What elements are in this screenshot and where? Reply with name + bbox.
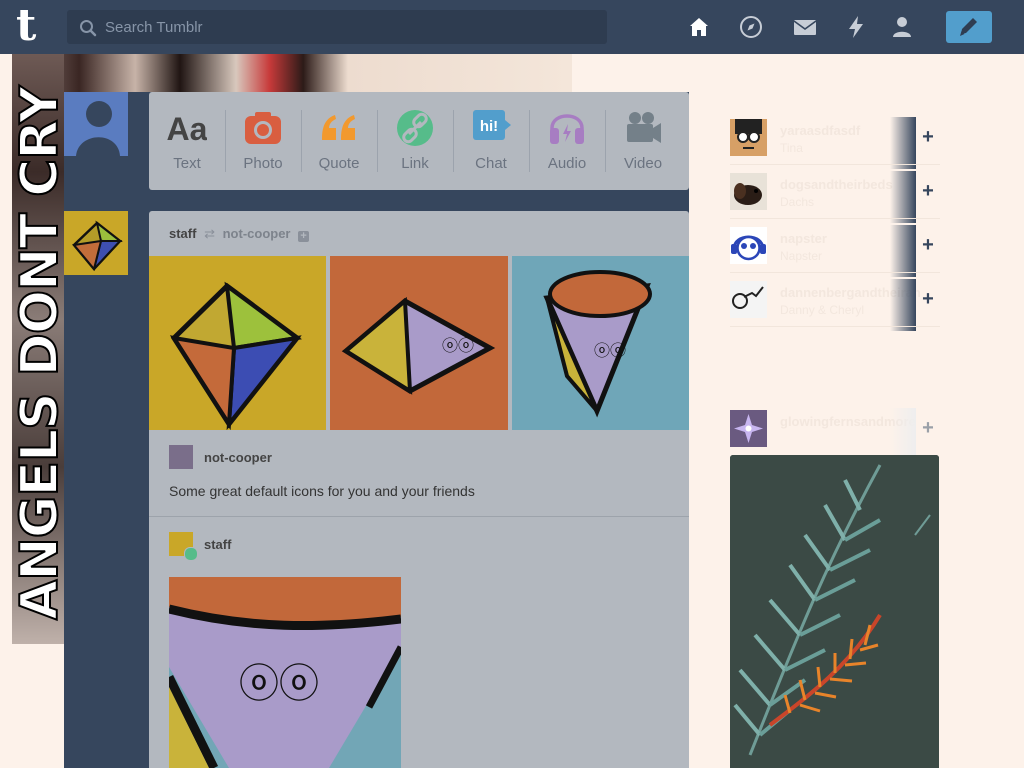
- post-divider: [149, 516, 689, 517]
- post-type-label: Photo: [243, 155, 283, 172]
- chat-icon: hi!: [473, 110, 511, 140]
- post-caption: Some great default icons for you and you…: [169, 483, 475, 499]
- post-image[interactable]: ⓞⓞ: [169, 577, 401, 768]
- headphones-icon: [550, 114, 584, 144]
- name-fade: [890, 117, 916, 169]
- post-type-video[interactable]: Video: [605, 92, 681, 190]
- photo-kite-orange[interactable]: ⓞⓞ: [330, 256, 508, 430]
- post-card: staff ⇄ not-cooper + ⓞⓞ ⓞⓞ not-cooper So…: [149, 211, 689, 768]
- post-type-chat[interactable]: hi! Chat: [453, 92, 529, 190]
- name-fade: [890, 279, 916, 331]
- post-type-label: Chat: [475, 155, 507, 172]
- account-icon[interactable]: [890, 15, 914, 39]
- video-camera-icon: [627, 112, 661, 143]
- flower-avatar: [730, 410, 767, 447]
- search-input[interactable]: [105, 10, 595, 44]
- blog-title: Danny & Cheryl: [780, 303, 865, 317]
- follow-plus-icon[interactable]: +: [918, 418, 938, 438]
- lightning-icon[interactable]: [844, 15, 868, 39]
- napster-logo-icon: [730, 227, 767, 264]
- left-rail: [64, 92, 149, 768]
- search-bar[interactable]: [67, 10, 607, 44]
- dog-avatar: [730, 173, 767, 210]
- post-author[interactable]: staff: [169, 226, 196, 241]
- svg-text:ⓞⓞ: ⓞⓞ: [442, 336, 474, 355]
- staff-avatar[interactable]: [64, 211, 128, 275]
- post-type-link[interactable]: Link: [377, 92, 453, 190]
- follow-plus-icon[interactable]: +: [918, 127, 938, 147]
- post-type-label: Video: [623, 155, 663, 172]
- background-vertical-text: ANGELS DONT CRY: [9, 86, 71, 621]
- link-icon: [397, 110, 433, 146]
- staff-name[interactable]: staff: [204, 537, 231, 552]
- blog-title: Tina: [780, 141, 803, 155]
- follow-plus-icon[interactable]: +: [918, 235, 938, 255]
- reblog-badge-icon: [184, 547, 198, 561]
- svg-text:ⓞⓞ: ⓞⓞ: [594, 341, 626, 360]
- post-type-label: Quote: [318, 155, 360, 172]
- photo-kite-yellow[interactable]: [149, 256, 326, 430]
- post-type-audio[interactable]: Audio: [529, 92, 605, 190]
- post-type-quote[interactable]: Quote: [301, 92, 377, 190]
- blog-name[interactable]: dogsandtheirbeds: [780, 177, 893, 192]
- post-type-photo[interactable]: Photo: [225, 92, 301, 190]
- blog-name[interactable]: yaraasdfasdf: [780, 123, 860, 138]
- post-type-label: Link: [401, 155, 429, 172]
- compose-button[interactable]: [946, 11, 992, 43]
- user-avatar[interactable]: [64, 92, 128, 156]
- list-divider: [730, 326, 940, 327]
- svg-text:Aa: Aa: [167, 111, 207, 147]
- post-type-text[interactable]: Aa Text: [149, 92, 225, 190]
- not-cooper-avatar[interactable]: [169, 445, 193, 469]
- tumblr-logo[interactable]: t: [16, 4, 50, 50]
- reblog-icon: ⇄: [204, 226, 215, 241]
- home-icon[interactable]: [687, 15, 711, 39]
- default-avatar-icon: [64, 92, 128, 156]
- reblog-name[interactable]: not-cooper: [204, 450, 272, 465]
- follow-plus-icon[interactable]: +: [298, 231, 310, 242]
- mail-icon[interactable]: [793, 15, 817, 39]
- blog-title: Napster: [780, 249, 823, 263]
- blog-title: Dachs: [780, 195, 815, 209]
- list-divider: [730, 272, 940, 273]
- top-header: t: [0, 0, 1024, 54]
- post-type-label: Audio: [547, 155, 587, 172]
- svg-text:hi!: hi!: [480, 118, 498, 135]
- name-fade: [890, 171, 916, 223]
- radar-post-image[interactable]: [730, 455, 939, 768]
- blog-name[interactable]: napster: [780, 231, 827, 246]
- follow-plus-icon[interactable]: +: [918, 181, 938, 201]
- follow-plus-icon[interactable]: +: [918, 289, 938, 309]
- list-divider: [730, 164, 940, 165]
- list-divider: [730, 218, 940, 219]
- quote-icon: [322, 115, 355, 140]
- text-aa-icon: Aa: [167, 111, 207, 147]
- reblogged-from[interactable]: not-cooper: [223, 226, 291, 241]
- name-fade: [890, 408, 916, 460]
- compass-icon[interactable]: [739, 15, 763, 39]
- post-header: staff ⇄ not-cooper +: [169, 226, 310, 242]
- name-fade: [890, 225, 916, 277]
- photo-kite-blue[interactable]: ⓞⓞ: [512, 256, 689, 430]
- pencil-icon: [960, 18, 977, 36]
- camera-icon: [245, 112, 281, 144]
- svg-text:ⓞⓞ: ⓞⓞ: [239, 661, 319, 707]
- post-type-label: Text: [173, 155, 201, 172]
- new-post-bar: Aa Text Photo Quote Link hi! Chat Audio …: [149, 92, 689, 190]
- photoset[interactable]: ⓞⓞ ⓞⓞ: [149, 256, 689, 430]
- sketch-avatar: [730, 281, 767, 318]
- kite-face-icon: [64, 211, 128, 275]
- fern-image: [730, 455, 939, 768]
- cartoon-avatar: [730, 119, 767, 156]
- search-icon: [80, 20, 97, 37]
